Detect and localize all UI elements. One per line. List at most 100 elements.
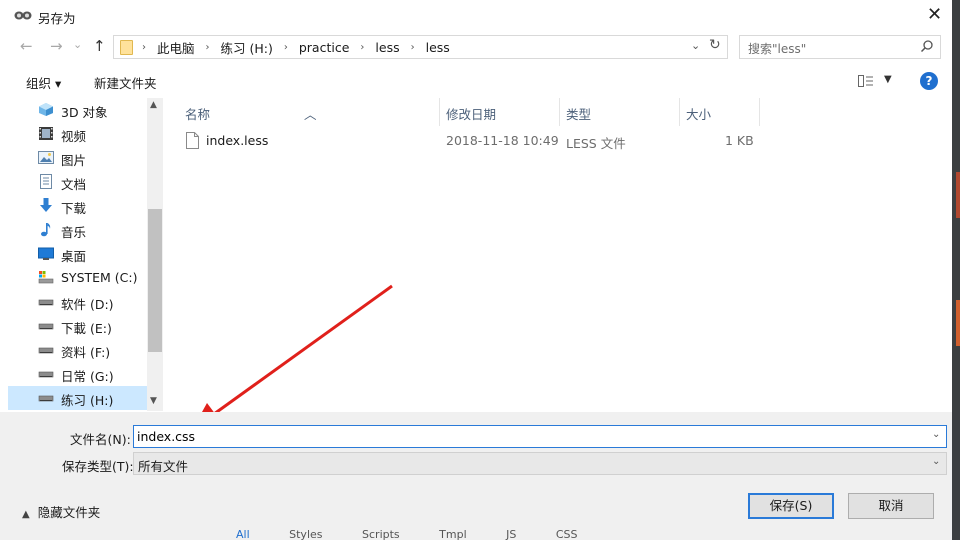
breadcrumb-separator: › — [360, 41, 365, 53]
background-tab: Scripts — [362, 528, 400, 540]
filename-dropdown-icon[interactable]: ⌄ — [932, 429, 940, 440]
new-folder-button[interactable]: 新建文件夹 — [94, 73, 157, 92]
up-arrow-icon[interactable]: ↑ — [93, 37, 106, 55]
drive-icon — [38, 323, 54, 330]
column-header-modified[interactable]: 修改日期 — [440, 98, 560, 126]
filetype-value: 所有文件 — [138, 459, 189, 474]
command-toolbar: 组织 ▾ 新建文件夹 ▼ ? — [0, 68, 960, 94]
address-dropdown-icon[interactable]: ⌄ — [691, 39, 700, 52]
scroll-up-icon[interactable]: ▲ — [150, 100, 157, 110]
sidebar-item-label: SYSTEM (C:) — [61, 270, 138, 285]
chevron-up-icon: ▲ — [22, 509, 30, 520]
sidebar-item-label: 下载 — [61, 201, 87, 216]
title-bar: 另存为 ✕ — [0, 0, 960, 32]
drive-icon — [38, 395, 54, 402]
cancel-button[interactable]: 取消 — [848, 493, 934, 519]
drive-icon — [38, 299, 54, 306]
sidebar-item-drive-f[interactable]: 资料 (F:) — [8, 338, 148, 362]
filetype-label: 保存类型(T): — [62, 459, 134, 474]
filetype-select[interactable]: 所有文件 ⌄ — [133, 452, 947, 475]
filetype-dropdown-icon[interactable]: ⌄ — [932, 456, 940, 467]
breadcrumb-separator: › — [410, 41, 415, 53]
save-button[interactable]: 保存(S) — [748, 493, 834, 519]
breadcrumb-practice[interactable]: practice — [299, 40, 350, 55]
filename-input[interactable] — [137, 428, 917, 445]
drive-icon — [38, 371, 54, 378]
breadcrumb-separator: › — [142, 41, 146, 53]
sidebar-item-drive-g[interactable]: 日常 (G:) — [8, 362, 148, 386]
sidebar-item-label: 日常 (G:) — [61, 369, 114, 384]
save-dialog-icon — [14, 11, 32, 20]
filename-label: 文件名(N): — [70, 432, 131, 447]
forward-arrow-icon[interactable]: → — [50, 37, 63, 55]
column-header-name[interactable]: 名称 ︿ — [164, 98, 440, 126]
scroll-down-icon[interactable]: ▼ — [150, 396, 157, 406]
breadcrumb-less[interactable]: less — [375, 40, 399, 55]
background-tab: Tmpl — [439, 528, 467, 540]
hide-folders-label: 隐藏文件夹 — [37, 505, 101, 520]
breadcrumb-separator: › — [283, 41, 288, 53]
sidebar-item-drive-h[interactable]: 练习 (H:) — [8, 386, 148, 410]
help-icon[interactable]: ? — [920, 72, 938, 90]
column-header-size[interactable]: 大小 — [680, 98, 760, 126]
sidebar-item-label: 图片 — [61, 153, 87, 168]
navigation-row: ← → ⌄ ↑ › 此电脑 › 练习 (H:) › practice › les… — [0, 33, 960, 61]
close-icon[interactable]: ✕ — [927, 6, 942, 24]
view-options-icon[interactable] — [858, 75, 874, 87]
sidebar-item-label: 桌面 — [61, 249, 87, 264]
background-tab: CSS — [555, 528, 578, 540]
desktop-icon — [38, 247, 54, 260]
3d-objects-icon — [39, 103, 53, 116]
sidebar-item-drive-c[interactable]: SYSTEM (C:) — [8, 266, 148, 290]
background-accent-mark — [956, 172, 960, 218]
sidebar-item-desktop[interactable]: 桌面 — [8, 242, 148, 266]
sidebar-item-pictures[interactable]: 图片 — [8, 146, 148, 170]
scrollbar-thumb[interactable] — [148, 209, 162, 352]
view-dropdown-icon[interactable]: ▼ — [884, 74, 892, 85]
column-header-label: 名称 — [185, 107, 211, 122]
file-icon — [186, 132, 199, 149]
sidebar-item-drive-d[interactable]: 软件 (D:) — [8, 290, 148, 314]
music-icon — [41, 223, 51, 237]
breadcrumb-this-pc[interactable]: 此电脑 — [157, 38, 195, 57]
file-list-view: 名称 ︿ 修改日期 类型 大小 index.less 2018-11-18 10… — [164, 98, 952, 411]
organize-button[interactable]: 组织 ▾ — [26, 73, 61, 92]
sidebar-item-drive-e[interactable]: 下載 (E:) — [8, 314, 148, 338]
background-tab: JS — [506, 528, 517, 540]
search-input[interactable]: 搜索"less" — [748, 40, 806, 57]
background-window-edge — [952, 0, 960, 540]
sidebar-item-label: 下載 (E:) — [61, 321, 112, 336]
file-name: index.less — [206, 133, 269, 148]
breadcrumb: › 此电脑 › 练习 (H:) › practice › less › less — [142, 36, 450, 58]
sidebar-item-label: 资料 (F:) — [61, 345, 111, 360]
documents-icon — [40, 174, 52, 189]
file-size: 1 KB — [725, 133, 754, 148]
search-icon[interactable] — [920, 39, 934, 53]
hide-folders-toggle[interactable]: ▲ 隐藏文件夹 — [22, 502, 100, 521]
navigation-pane: 3D 对象 视频 图片 文档 下载 音乐 桌面 SYSTEM (C:) 软件 (… — [8, 98, 148, 410]
search-box[interactable]: 搜索"less" — [739, 35, 941, 59]
sidebar-item-music[interactable]: 音乐 — [8, 218, 148, 242]
breadcrumb-less-current[interactable]: less — [426, 40, 450, 55]
breadcrumb-drive-h[interactable]: 练习 (H:) — [221, 38, 273, 57]
refresh-icon[interactable]: ↻ — [709, 37, 721, 53]
sidebar-item-label: 音乐 — [61, 225, 87, 240]
pictures-icon — [38, 151, 54, 164]
column-header-type[interactable]: 类型 — [560, 98, 680, 126]
save-form: 文件名(N): ⌄ 保存类型(T): 所有文件 ⌄ ▲ 隐藏文件夹 保存(S) 取… — [0, 412, 952, 540]
background-tabs: All Styles Scripts Tmpl JS CSS — [236, 528, 614, 540]
recent-locations-dropdown-icon[interactable]: ⌄ — [73, 38, 82, 51]
back-arrow-icon[interactable]: ← — [20, 37, 33, 55]
sidebar-item-videos[interactable]: 视频 — [8, 122, 148, 146]
file-type: LESS 文件 — [566, 136, 626, 151]
sidebar-item-documents[interactable]: 文档 — [8, 170, 148, 194]
file-modified: 2018-11-18 10:49 — [446, 133, 559, 148]
sidebar-item-3d-objects[interactable]: 3D 对象 — [8, 98, 148, 122]
background-tab: Styles — [289, 528, 323, 540]
filename-field[interactable]: ⌄ — [133, 425, 947, 448]
sidebar-item-downloads[interactable]: 下载 — [8, 194, 148, 218]
sidebar-scrollbar[interactable]: ▲ ▼ — [147, 98, 163, 411]
file-row[interactable]: index.less 2018-11-18 10:49 LESS 文件 1 KB — [180, 130, 760, 152]
breadcrumb-separator: › — [205, 41, 210, 53]
address-bar[interactable]: › 此电脑 › 练习 (H:) › practice › less › less… — [113, 35, 728, 59]
